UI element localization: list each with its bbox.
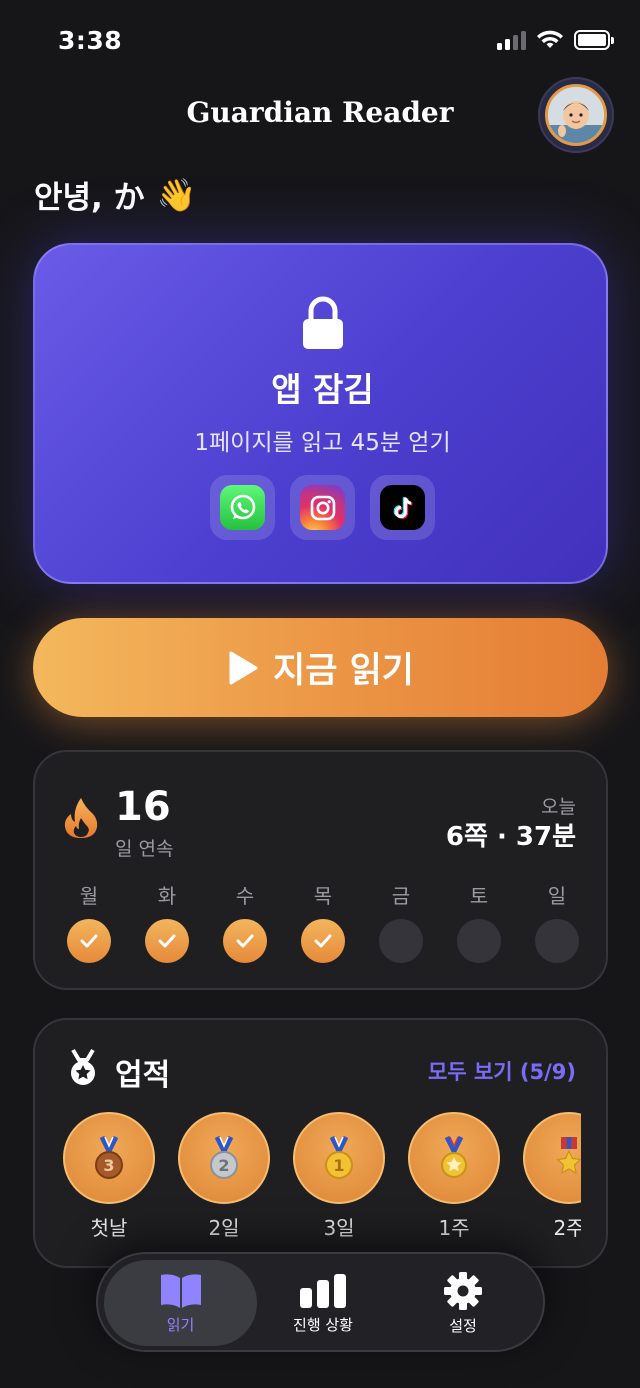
whatsapp-icon bbox=[220, 485, 265, 530]
badge-label: 3일 bbox=[323, 1216, 355, 1240]
instagram-icon bbox=[300, 485, 345, 530]
day-sat: 토 bbox=[449, 880, 509, 963]
streak-label: 일 연속 bbox=[115, 838, 174, 860]
locked-app-whatsapp[interactable] bbox=[210, 475, 275, 540]
badge-label: 2주 bbox=[553, 1216, 581, 1240]
check-icon bbox=[80, 934, 98, 948]
status-icons bbox=[497, 30, 614, 50]
battery-icon bbox=[574, 30, 614, 50]
svg-text:3: 3 bbox=[103, 1156, 114, 1175]
bar-chart-icon bbox=[300, 1273, 346, 1308]
status-time: 3:38 bbox=[58, 26, 123, 55]
day-tue: 화 bbox=[137, 880, 197, 963]
badge-item[interactable]: 2주 bbox=[523, 1112, 581, 1241]
badge-item[interactable]: 1주 bbox=[408, 1112, 500, 1241]
today-label: 오늘 bbox=[541, 796, 576, 818]
tab-read[interactable]: 읽기 bbox=[104, 1260, 257, 1346]
check-icon bbox=[236, 934, 254, 948]
day-check bbox=[301, 919, 345, 963]
book-icon bbox=[160, 1273, 201, 1308]
day-check bbox=[67, 919, 111, 963]
day-name: 금 bbox=[391, 884, 411, 908]
tab-bar: 읽기 진행 상황 설정 bbox=[96, 1252, 545, 1352]
achievements-card: 업적 모두 보기 (5/9) 3 첫날 2 2일 1 3일 1주 2 bbox=[33, 1018, 608, 1268]
medal-icon bbox=[65, 1048, 101, 1092]
day-sun: 일 bbox=[527, 880, 587, 963]
tab-settings[interactable]: 설정 bbox=[398, 1260, 528, 1346]
day-empty bbox=[379, 919, 423, 963]
flame-icon bbox=[63, 796, 99, 844]
lock-subtitle: 1페이지를 읽고 45분 얻기 bbox=[194, 430, 451, 456]
badge-label: 1주 bbox=[438, 1216, 470, 1240]
day-name: 수 bbox=[235, 884, 255, 908]
day-empty bbox=[535, 919, 579, 963]
avatar bbox=[545, 84, 607, 146]
day-name: 목 bbox=[313, 884, 333, 908]
tab-progress[interactable]: 진행 상황 bbox=[258, 1260, 388, 1346]
svg-text:2: 2 bbox=[218, 1156, 229, 1175]
streak-card: 16 일 연속 오늘 6쪽 · 37분 월 화 수 목 금 토 일 bbox=[33, 750, 608, 990]
day-name: 화 bbox=[157, 884, 177, 908]
day-empty bbox=[457, 919, 501, 963]
svg-text:1: 1 bbox=[333, 1156, 344, 1175]
tab-label: 읽기 bbox=[166, 1315, 195, 1334]
badge-list[interactable]: 3 첫날 2 2일 1 3일 1주 2 bbox=[63, 1112, 581, 1241]
badge-label: 2일 bbox=[208, 1216, 240, 1240]
gold-medal-icon: 1 bbox=[293, 1112, 385, 1204]
tab-label: 진행 상황 bbox=[293, 1315, 353, 1334]
day-mon: 월 bbox=[59, 880, 119, 963]
week-tracker: 월 화 수 목 금 토 일 bbox=[59, 880, 587, 963]
badge-label: 첫날 bbox=[90, 1216, 128, 1240]
greeting-text: 안녕, か bbox=[34, 180, 145, 216]
check-icon bbox=[158, 934, 176, 948]
day-check bbox=[223, 919, 267, 963]
achievements-title: 업적 bbox=[115, 1058, 171, 1093]
military-medal-icon bbox=[523, 1112, 581, 1204]
silver-medal-icon: 2 bbox=[178, 1112, 270, 1204]
view-all-link[interactable]: 모두 보기 (5/9) bbox=[428, 1056, 576, 1086]
day-check bbox=[145, 919, 189, 963]
bronze-medal-icon: 3 bbox=[63, 1112, 155, 1204]
profile-avatar-button[interactable] bbox=[538, 77, 614, 153]
day-fri: 금 bbox=[371, 880, 431, 963]
wifi-icon bbox=[537, 30, 563, 48]
tab-label: 설정 bbox=[449, 1316, 477, 1335]
badge-item[interactable]: 1 3일 bbox=[293, 1112, 385, 1241]
day-name: 토 bbox=[469, 884, 489, 908]
badge-item[interactable]: 3 첫날 bbox=[63, 1112, 155, 1241]
day-name: 월 bbox=[79, 884, 99, 908]
day-name: 일 bbox=[547, 884, 567, 908]
tiktok-icon bbox=[380, 485, 425, 530]
locked-apps-row bbox=[35, 475, 610, 540]
lock-icon bbox=[299, 295, 347, 355]
gear-icon bbox=[444, 1271, 482, 1310]
play-icon bbox=[229, 651, 258, 684]
read-now-button[interactable]: 지금 읽기 bbox=[33, 618, 608, 717]
app-lock-card: 앱 잠김 1페이지를 읽고 45분 얻기 bbox=[33, 243, 608, 584]
greeting: 안녕, か 👋 bbox=[34, 172, 196, 217]
day-wed: 수 bbox=[215, 880, 275, 963]
streak-count: 16 bbox=[115, 784, 171, 830]
waving-hand-icon: 👋 bbox=[156, 175, 197, 214]
cellular-signal-icon bbox=[497, 30, 526, 50]
locked-app-tiktok[interactable] bbox=[370, 475, 435, 540]
read-now-label: 지금 읽기 bbox=[273, 651, 414, 691]
locked-app-instagram[interactable] bbox=[290, 475, 355, 540]
lock-title: 앱 잠김 bbox=[271, 370, 374, 409]
badge-item[interactable]: 2 2일 bbox=[178, 1112, 270, 1241]
day-thu: 목 bbox=[293, 880, 353, 963]
check-icon bbox=[314, 934, 332, 948]
today-value: 6쪽 · 37분 bbox=[445, 822, 576, 852]
star-medal-icon bbox=[408, 1112, 500, 1204]
